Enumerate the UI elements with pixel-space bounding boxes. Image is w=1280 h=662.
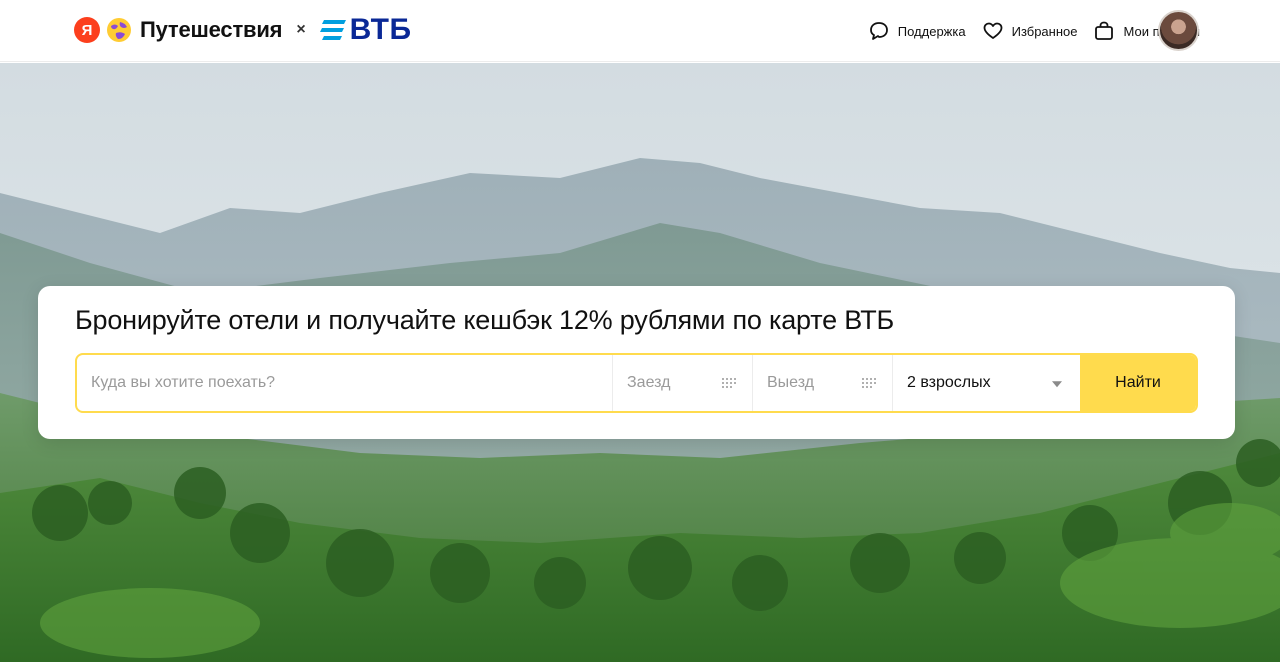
vtb-logo: ВТБ <box>319 13 412 46</box>
vtb-stripes-icon <box>319 20 346 40</box>
yandex-logo-icon[interactable]: Я <box>74 17 100 43</box>
chevron-down-icon <box>1052 381 1062 388</box>
nav-support-label: Поддержка <box>897 23 966 39</box>
top-header: Я Путешествия × ВТБ Поддержка Избранное … <box>0 0 1280 62</box>
calendar-icon <box>862 378 876 388</box>
checkout-placeholder: Выезд <box>767 374 815 391</box>
user-avatar[interactable] <box>1158 10 1199 51</box>
destination-input[interactable] <box>91 374 612 392</box>
brand-name[interactable]: Путешествия <box>140 17 283 43</box>
search-submit-button[interactable]: Найти <box>1080 355 1196 411</box>
search-card: Бронируйте отели и получайте кешбэк 12% … <box>38 286 1235 439</box>
globe-logo-icon <box>107 18 131 42</box>
brand-separator: × <box>296 21 306 38</box>
search-card-title: Бронируйте отели и получайте кешбэк 12% … <box>75 305 895 335</box>
checkin-field[interactable]: Заезд <box>613 355 753 411</box>
chat-bubble-icon <box>869 22 888 40</box>
checkout-field[interactable]: Выезд <box>753 355 893 411</box>
nav-favorites[interactable]: Избранное <box>982 20 1078 42</box>
brand-logo-group[interactable]: Я Путешествия × ВТБ <box>74 13 412 47</box>
hero-background: Бронируйте отели и получайте кешбэк 12% … <box>0 63 1280 662</box>
guests-value: 2 взрослых <box>907 374 991 391</box>
nav-support[interactable]: Поддержка <box>868 20 966 42</box>
bag-icon <box>1095 21 1114 40</box>
vtb-logo-text: ВТБ <box>349 13 412 46</box>
nav-favorites-label: Избранное <box>1011 23 1078 39</box>
heart-icon <box>983 22 1002 39</box>
hotel-search-form: Заезд Выезд <box>75 353 1198 413</box>
guests-select[interactable]: 2 взрослых <box>893 355 1080 411</box>
checkin-placeholder: Заезд <box>627 374 671 391</box>
destination-field[interactable] <box>77 355 613 411</box>
header-nav: Поддержка Избранное Мои поездки <box>852 0 1200 62</box>
calendar-icon <box>722 378 736 388</box>
